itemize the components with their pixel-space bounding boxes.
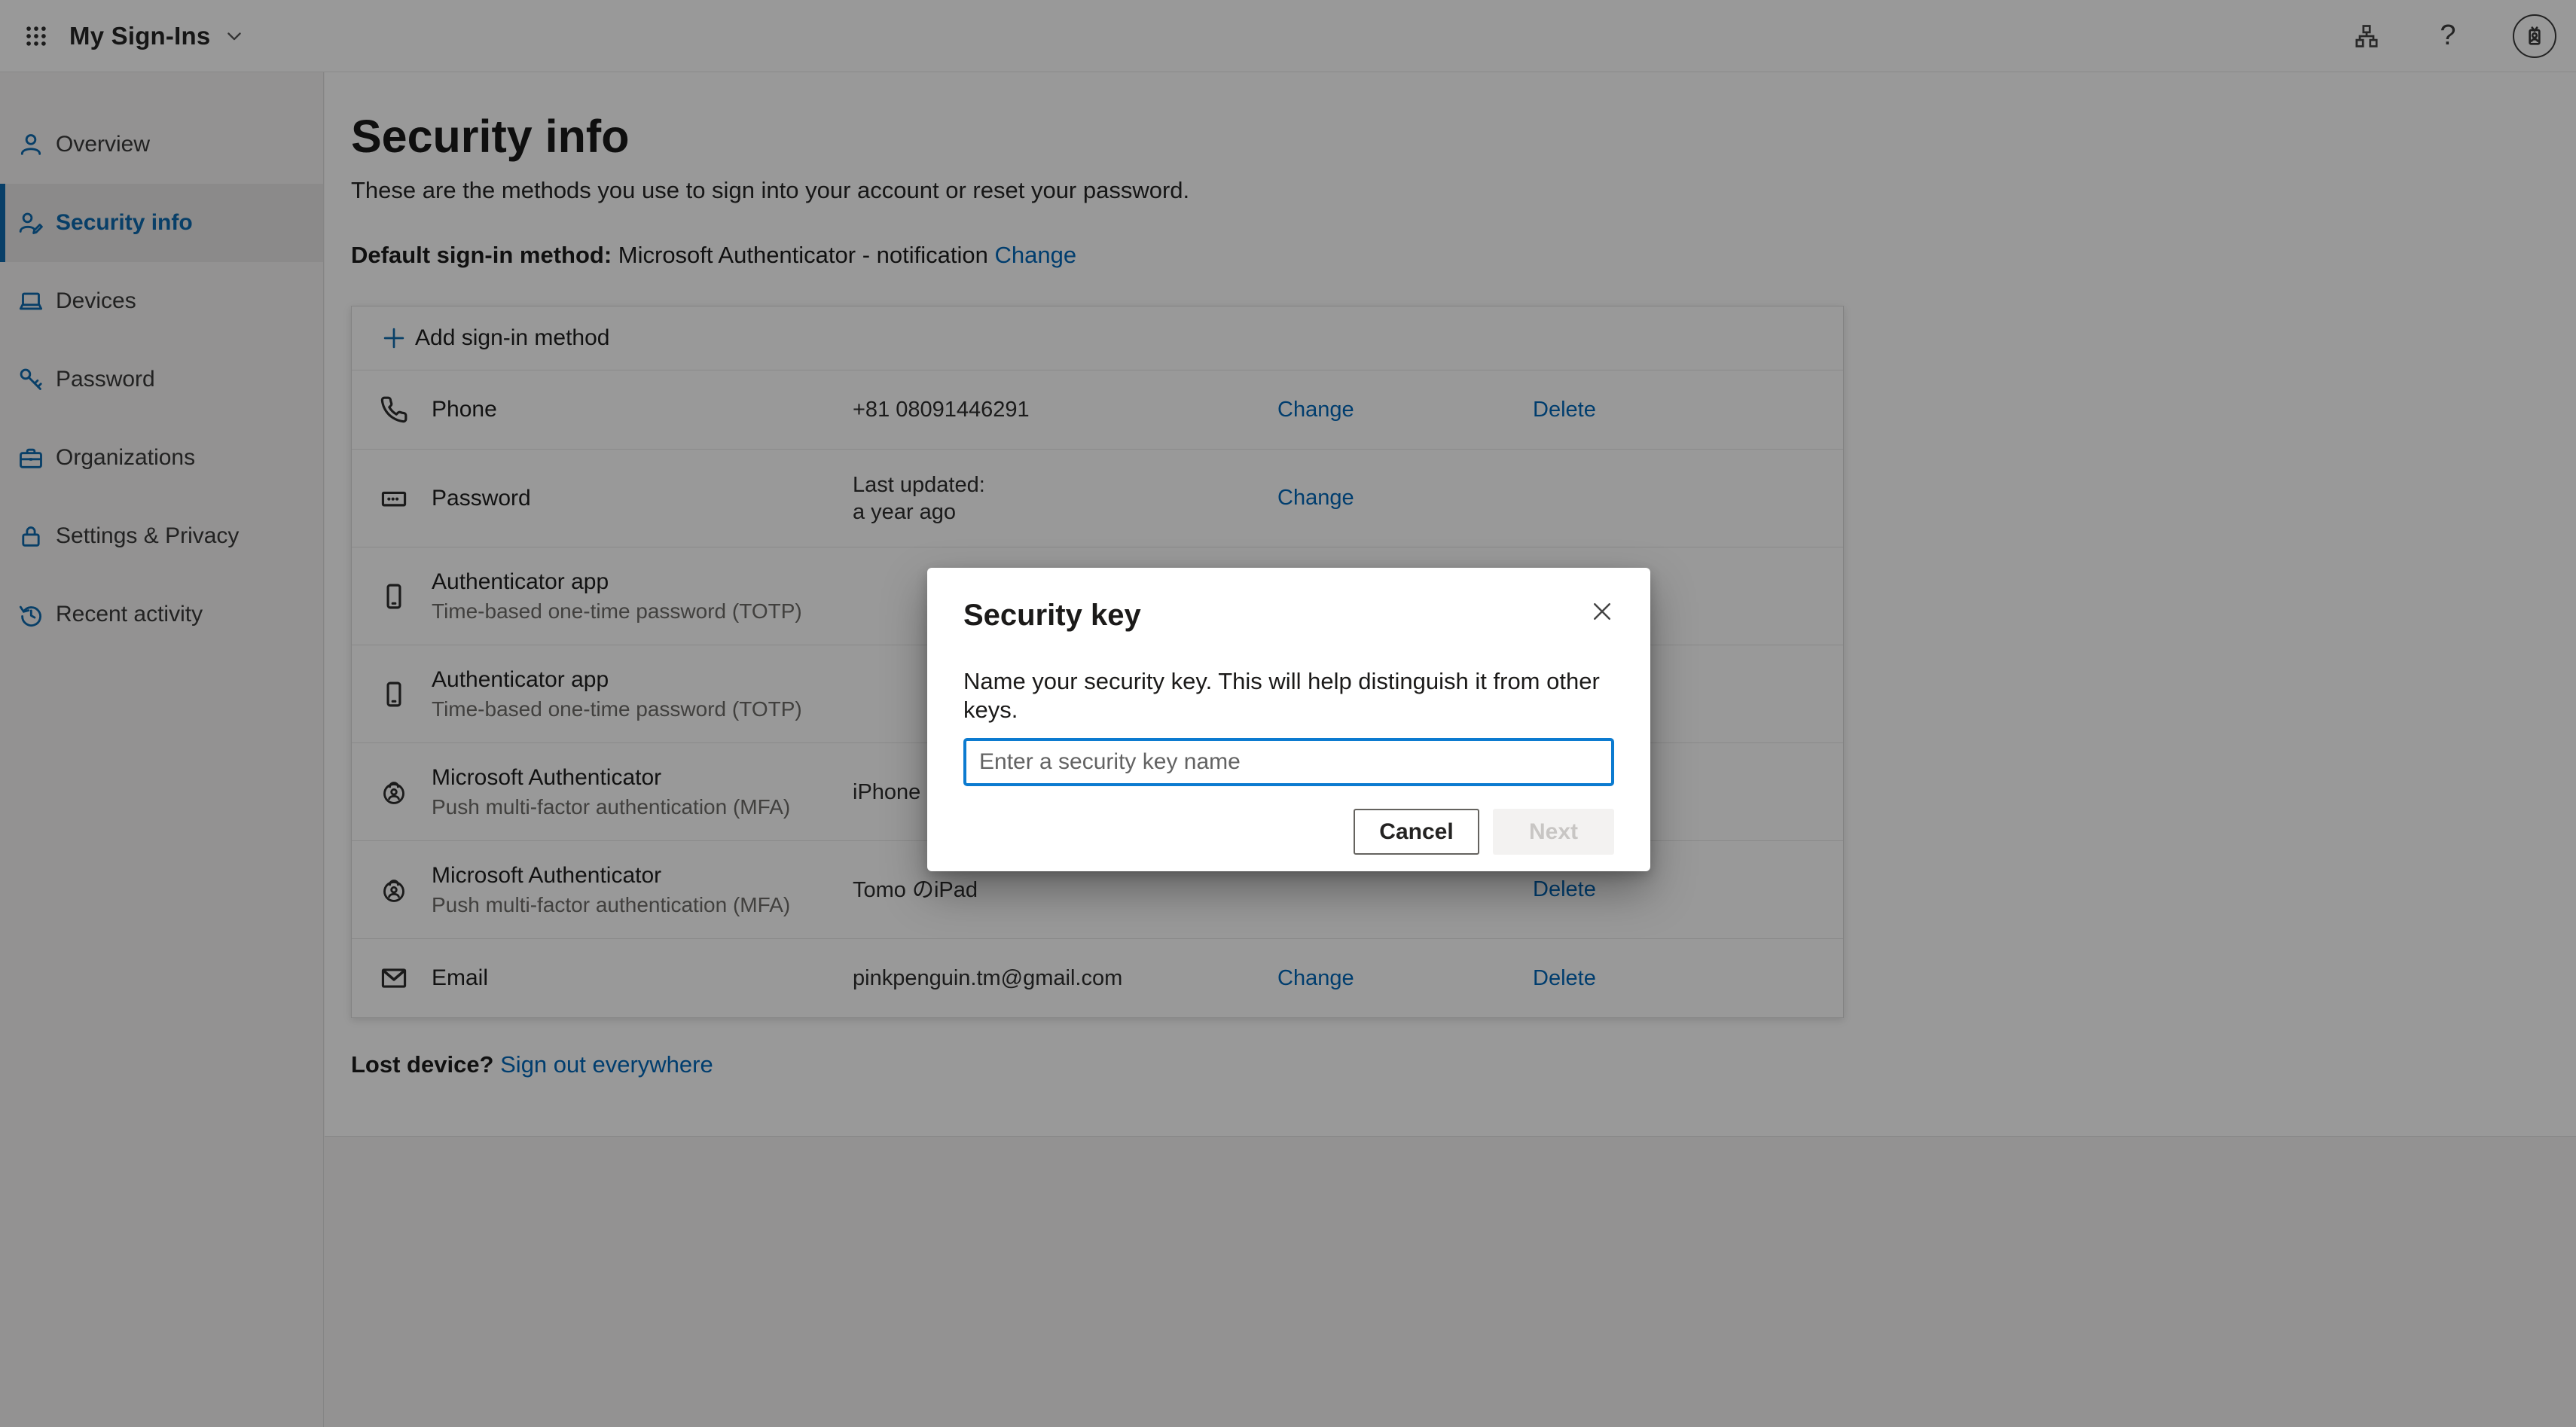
close-button[interactable] xyxy=(1586,595,1619,628)
security-key-dialog: Security key Name your security key. Thi… xyxy=(927,568,1650,871)
dialog-title: Security key xyxy=(963,598,1614,633)
cancel-button[interactable]: Cancel xyxy=(1354,809,1479,855)
next-button[interactable]: Next xyxy=(1493,809,1614,855)
security-key-name-input[interactable] xyxy=(963,738,1614,786)
dialog-actions: Cancel Next xyxy=(963,809,1614,855)
page-root: { "colors": { "link_blue": "#0067b8", "n… xyxy=(0,0,2576,1427)
close-icon xyxy=(1589,598,1616,625)
dialog-description: Name your security key. This will help d… xyxy=(963,667,1614,724)
